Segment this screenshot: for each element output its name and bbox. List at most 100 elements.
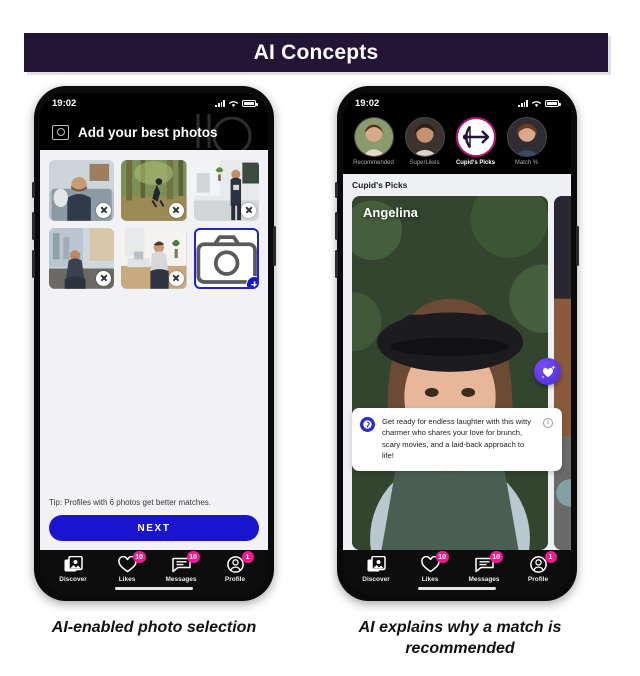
photo-tile[interactable] <box>49 227 115 289</box>
profile-icon: 1 <box>226 551 254 573</box>
tab-label: Likes <box>118 576 136 583</box>
phone-mockup-right: 19:02 Recommended SuperLikes Cupid's Pic… <box>335 86 579 601</box>
add-photo-badge[interactable]: + <box>246 275 257 287</box>
story-item-match-percent[interactable]: Match % <box>504 117 549 166</box>
cellular-bars-icon <box>215 100 225 107</box>
battery-icon <box>545 100 561 107</box>
match-name: Angelina <box>363 205 418 220</box>
photo-tile[interactable] <box>121 160 187 221</box>
tab-likes[interactable]: 10 Likes <box>403 551 457 583</box>
tab-label: Discover <box>59 576 87 583</box>
photo-tip-text: Tip: Profiles with 6 photos get better m… <box>49 498 212 507</box>
story-avatar <box>404 117 445 157</box>
home-indicator <box>418 587 496 590</box>
story-item-superlikes[interactable]: SuperLikes <box>402 117 447 166</box>
story-item-recommended[interactable]: Recommended <box>351 117 396 166</box>
battery-icon <box>242 100 258 107</box>
discover-icon <box>64 555 83 573</box>
story-rail[interactable]: Recommended SuperLikes Cupid's Picks Mat… <box>343 114 571 174</box>
messages-badge: 10 <box>186 551 200 563</box>
wifi-icon <box>532 100 541 107</box>
photo-tile[interactable] <box>193 160 259 221</box>
tab-messages[interactable]: 10 Messages <box>154 551 208 583</box>
tab-discover[interactable]: Discover <box>349 555 403 583</box>
delete-photo-button[interactable] <box>168 202 184 218</box>
info-icon[interactable]: i <box>543 418 553 428</box>
cellular-bars-icon <box>518 100 528 107</box>
photo-tile[interactable] <box>49 160 115 221</box>
delete-photo-button[interactable] <box>96 202 112 218</box>
wifi-icon <box>229 100 238 107</box>
message-icon: 10 <box>171 551 200 573</box>
status-time: 19:02 <box>52 98 77 109</box>
caption-right: AI explains why a match is recommended <box>358 619 562 657</box>
phone-power-button <box>273 226 276 266</box>
status-bar: 19:02 <box>343 93 571 114</box>
story-label: Recommended <box>353 160 394 166</box>
add-photo-tile[interactable]: + <box>193 227 259 289</box>
tab-label: Likes <box>421 576 439 583</box>
photo-selection-body: + Tip: Profiles with 6 photos get better… <box>40 150 268 550</box>
delete-photo-button[interactable] <box>96 270 112 286</box>
phone-screen-right: 19:02 Recommended SuperLikes Cupid's Pic… <box>343 93 571 594</box>
tab-profile[interactable]: 1 Profile <box>511 551 565 583</box>
status-time: 19:02 <box>355 98 380 109</box>
ai-spark-button[interactable] <box>534 358 561 385</box>
story-item-cupids-picks[interactable]: Cupid's Picks <box>453 117 498 166</box>
photo-tile[interactable] <box>121 227 187 289</box>
bow-arrow-icon <box>455 117 496 157</box>
decorative-watermark-icon <box>196 114 252 150</box>
likes-badge: 10 <box>132 551 146 563</box>
heart-icon: 10 <box>420 551 449 573</box>
heart-icon: 10 <box>117 551 146 573</box>
sparkle-heart-icon <box>541 364 555 378</box>
page-title: AI Concepts <box>253 40 379 64</box>
ai-assistant-icon <box>360 417 375 432</box>
status-bar: 19:02 <box>40 93 268 114</box>
photo-library-icon <box>52 124 69 140</box>
photo-grid: + <box>49 160 259 289</box>
discover-icon <box>367 555 386 573</box>
caption-left: AI-enabled photo selection <box>51 619 257 636</box>
tab-messages[interactable]: 10 Messages <box>457 551 511 583</box>
phone-volume-down-button <box>335 250 338 278</box>
phone-mute-switch <box>32 182 35 198</box>
story-label: Match % <box>514 160 539 166</box>
page-banner: AI Concepts <box>24 33 608 72</box>
ai-explanation-text: Get ready for endless laughter with this… <box>382 417 531 461</box>
tab-likes[interactable]: 10 Likes <box>100 551 154 583</box>
match-card[interactable]: Angelina <box>352 196 548 550</box>
delete-photo-button[interactable] <box>241 202 256 218</box>
story-label: SuperLikes <box>409 160 440 166</box>
messages-badge: 10 <box>489 551 503 563</box>
story-avatar <box>353 117 394 157</box>
phone-mockup-left: 19:02 Add your best photos + Tip: Profil… <box>32 86 276 601</box>
tab-discover[interactable]: Discover <box>46 555 100 583</box>
tab-label: Messages <box>468 576 500 583</box>
profile-badge: 1 <box>241 551 254 563</box>
story-label: Cupid's Picks <box>455 160 496 166</box>
story-avatar <box>506 117 547 157</box>
tab-label: Profile <box>224 576 246 583</box>
ai-explanation-card: Get ready for endless laughter with this… <box>352 408 562 471</box>
section-title: Cupid's Picks <box>352 180 408 190</box>
phone-volume-up-button <box>335 212 338 240</box>
tab-profile[interactable]: 1 Profile <box>208 551 262 583</box>
cupids-picks-body: Cupid's Picks Angelina Get ready for end… <box>343 174 571 550</box>
tab-label: Messages <box>165 576 197 583</box>
tab-label: Profile <box>527 576 549 583</box>
phone-mute-switch <box>335 182 338 198</box>
screen-header: Add your best photos <box>40 114 268 150</box>
phone-screen-left: 19:02 Add your best photos + Tip: Profil… <box>40 93 268 594</box>
profile-badge: 1 <box>544 551 557 563</box>
phone-power-button <box>576 226 579 266</box>
message-icon: 10 <box>474 551 503 573</box>
phone-volume-up-button <box>32 212 35 240</box>
likes-badge: 10 <box>435 551 449 563</box>
home-indicator <box>115 587 193 590</box>
delete-photo-button[interactable] <box>168 270 184 286</box>
tab-label: Discover <box>362 576 390 583</box>
profile-icon: 1 <box>529 551 557 573</box>
next-button[interactable]: NEXT <box>49 515 259 541</box>
phone-volume-down-button <box>32 250 35 278</box>
